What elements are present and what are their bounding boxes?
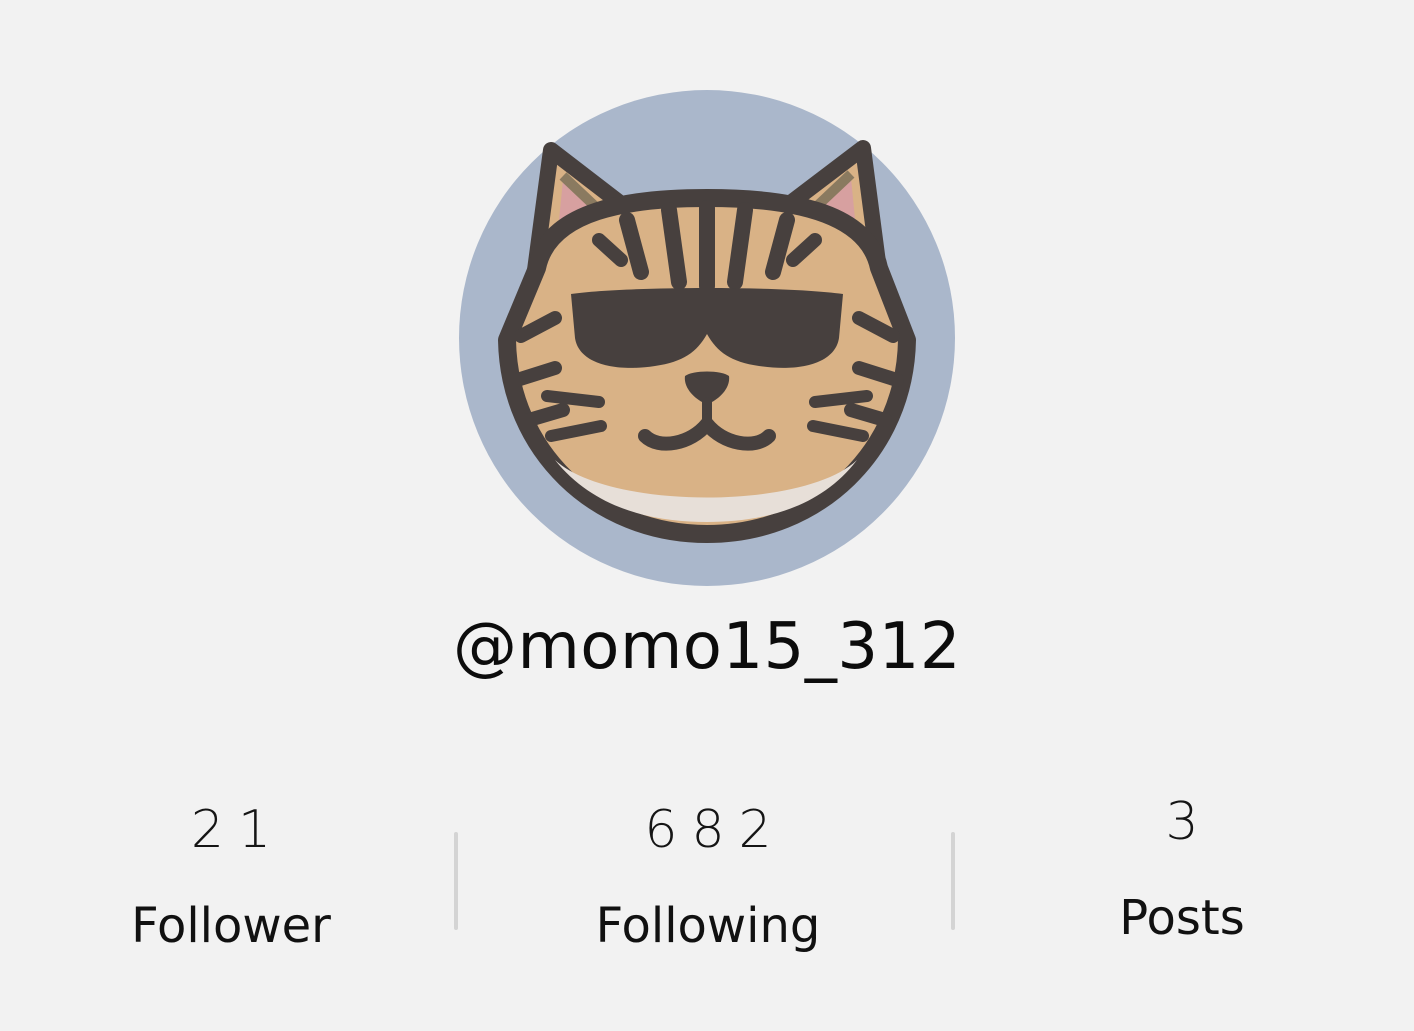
profile-header: @momo15_312 21 Follower 682 Following 3 … [0, 0, 1414, 1031]
following-label: Following [595, 898, 821, 954]
follower-label: Follower [131, 898, 331, 954]
follower-count: 21 [190, 800, 286, 860]
following-stat[interactable]: 682 Following [543, 795, 873, 957]
posts-count: 3 [1165, 792, 1213, 852]
follower-stat[interactable]: 21 Follower [66, 795, 396, 957]
stat-divider [454, 832, 458, 930]
posts-stat[interactable]: 3 Posts [1017, 792, 1347, 949]
cat-with-sunglasses-icon [459, 90, 955, 586]
username: @momo15_312 [452, 610, 962, 684]
avatar[interactable] [459, 90, 955, 586]
following-count: 682 [644, 800, 786, 860]
stat-divider [951, 832, 955, 930]
posts-label: Posts [1119, 890, 1245, 946]
